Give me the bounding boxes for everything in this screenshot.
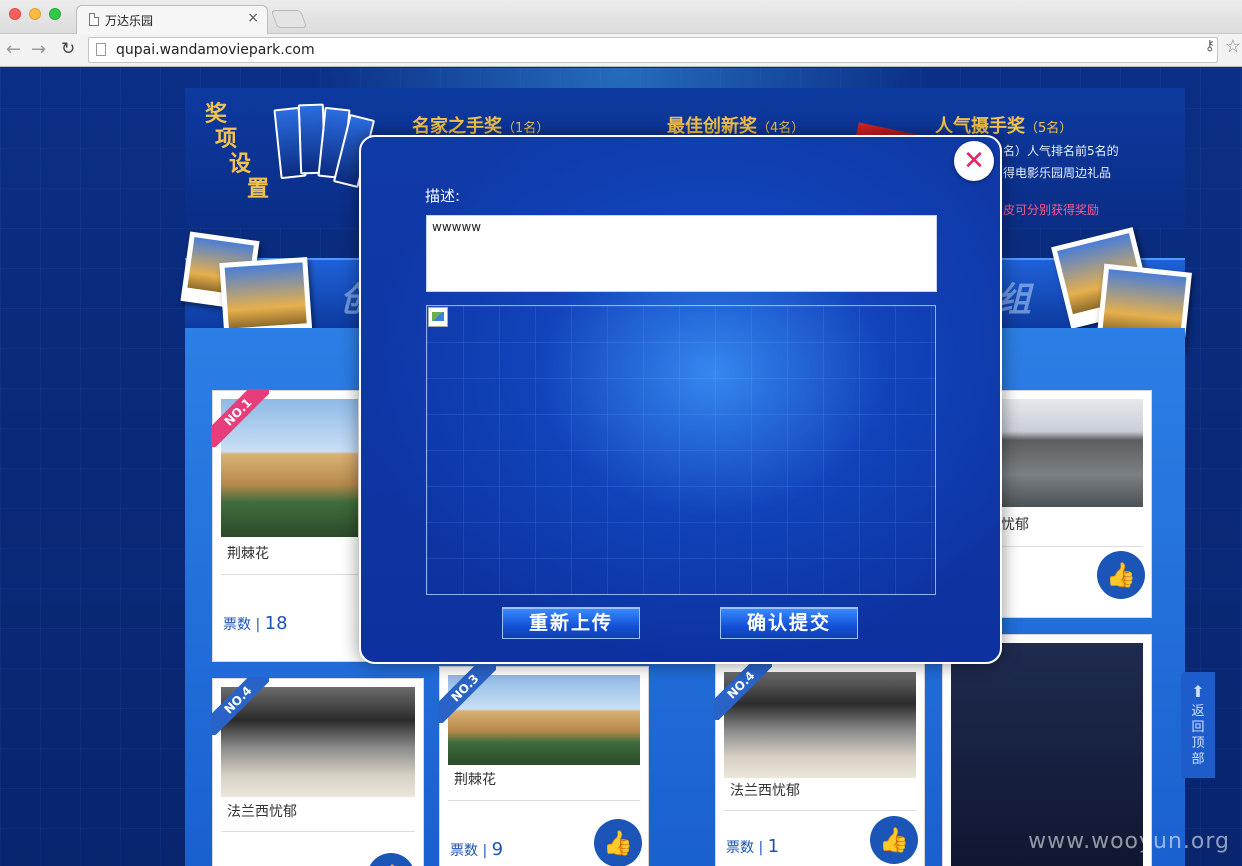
vote-count: 票数 | 18: [223, 613, 288, 634]
rank-ribbon: NO.1: [211, 389, 269, 447]
award-note: 皮可分别获得奖励: [1003, 203, 1100, 217]
broken-image-icon: [428, 307, 448, 327]
thumbs-up-icon[interactable]: 👍: [1097, 551, 1145, 599]
tab-title: 万达乐园: [105, 14, 154, 28]
awards-heading-char: 置: [247, 177, 270, 202]
award-name: 最佳创新奖: [667, 116, 757, 137]
url-text[interactable]: qupai.wandamoviepark.com: [116, 42, 315, 58]
divider: [221, 831, 415, 832]
back-to-top-button[interactable]: ⬆ 返 回 顶 部: [1181, 672, 1215, 778]
award-count: （1名）: [502, 121, 550, 136]
vote-count: 票数 | 1: [726, 836, 780, 857]
rank-label: NO.3: [438, 665, 496, 723]
thumbs-up-icon[interactable]: 👍: [367, 853, 415, 866]
key-icon[interactable]: ⚷: [1205, 38, 1215, 54]
forward-arrow-icon[interactable]: →: [31, 39, 46, 60]
banner-char: 组: [997, 280, 1031, 320]
thumbs-up-icon[interactable]: 👍: [870, 816, 918, 864]
award-count: （4名）: [757, 121, 805, 136]
back-to-top-char: 返: [1191, 704, 1205, 719]
reupload-button[interactable]: 重新上传: [502, 607, 640, 639]
thumbs-up-icon[interactable]: 👍: [594, 819, 642, 866]
rank-ribbon: NO.4: [714, 662, 772, 720]
back-to-top-char: 回: [1191, 720, 1205, 735]
divider: [724, 810, 916, 811]
votes-value: 9: [491, 839, 504, 860]
award-count: （5名）: [1025, 121, 1073, 136]
new-tab-button[interactable]: [270, 10, 308, 28]
entry-card[interactable]: 忧郁 👍: [992, 390, 1152, 618]
votes-value: 18: [264, 613, 288, 634]
award-name: 人气摄手奖: [935, 116, 1025, 137]
browser-titlebar: 万达乐园 ×: [0, 0, 1242, 35]
entry-title: 法兰西忧郁: [730, 783, 800, 799]
description-label: 描述:: [425, 187, 461, 205]
window-minimize-button[interactable]: [29, 8, 41, 20]
votes-value: 1: [767, 836, 780, 857]
browser-toolbar: ← → ↻ qupai.wandamoviepark.com ⚷ ☆: [0, 34, 1242, 67]
rank-label: NO.4: [211, 677, 269, 735]
up-arrow-icon: ⬆: [1191, 682, 1205, 701]
divider: [448, 800, 640, 801]
votes-label: 票数: [450, 843, 478, 859]
window-zoom-button[interactable]: [49, 8, 61, 20]
entry-photo[interactable]: [1001, 399, 1143, 507]
tab-close-icon[interactable]: ×: [247, 10, 259, 26]
vote-count: 票数 | 9: [450, 839, 504, 860]
back-to-top-char: 顶: [1191, 736, 1205, 751]
upload-modal: ✕ 描述: wwwww 重新上传 确认提交: [359, 135, 1002, 664]
rank-ribbon: NO.4: [211, 677, 269, 735]
entry-card[interactable]: NO.4 法兰西忧郁 👍: [211, 677, 424, 866]
awards-heading-char: 项: [215, 127, 238, 152]
window-close-button[interactable]: [9, 8, 21, 20]
awards-heading-char: 设: [229, 152, 252, 177]
votes-label: 票数: [223, 617, 251, 633]
entry-title: 荆棘花: [227, 546, 269, 562]
award-name: 名家之手奖: [412, 116, 502, 137]
entry-title: 荆棘花: [454, 772, 496, 788]
back-arrow-icon[interactable]: ←: [6, 39, 21, 60]
watermark: www.wooyun.org: [1028, 829, 1230, 854]
browser-tab[interactable]: 万达乐园 ×: [76, 5, 268, 35]
star-icon[interactable]: ☆: [1225, 36, 1241, 57]
awards-heading: 奖 项 设 置: [205, 102, 270, 202]
rank-label: NO.1: [211, 389, 269, 447]
page-icon: [89, 13, 99, 26]
reload-icon[interactable]: ↻: [61, 39, 75, 59]
divider: [1001, 546, 1143, 547]
entry-card[interactable]: NO.4 法兰西忧郁 票数 | 1 👍: [714, 662, 925, 866]
entry-title: 忧郁: [1001, 517, 1029, 533]
description-field[interactable]: wwwww: [426, 215, 937, 292]
rank-ribbon: NO.3: [438, 665, 496, 723]
rank-label: NO.4: [714, 662, 772, 720]
close-icon[interactable]: ✕: [954, 141, 994, 181]
entry-card[interactable]: NO.3 荆棘花 票数 | 9 👍: [438, 665, 649, 866]
back-to-top-char: 部: [1191, 752, 1205, 767]
image-preview-area: [426, 305, 936, 595]
address-bar[interactable]: qupai.wandamoviepark.com: [88, 37, 1218, 63]
submit-button[interactable]: 确认提交: [720, 607, 858, 639]
awards-heading-char: 奖: [205, 102, 228, 127]
entry-card[interactable]: NO.1 荆棘花 票数 | 18: [211, 389, 367, 662]
award-desc: 得电影乐园周边礼品: [1003, 166, 1112, 180]
divider: [221, 574, 358, 575]
award-desc: 名）人气排名前5名的: [1003, 144, 1119, 158]
entry-title: 法兰西忧郁: [227, 804, 297, 820]
votes-label: 票数: [726, 840, 754, 856]
page-icon: [96, 43, 106, 56]
